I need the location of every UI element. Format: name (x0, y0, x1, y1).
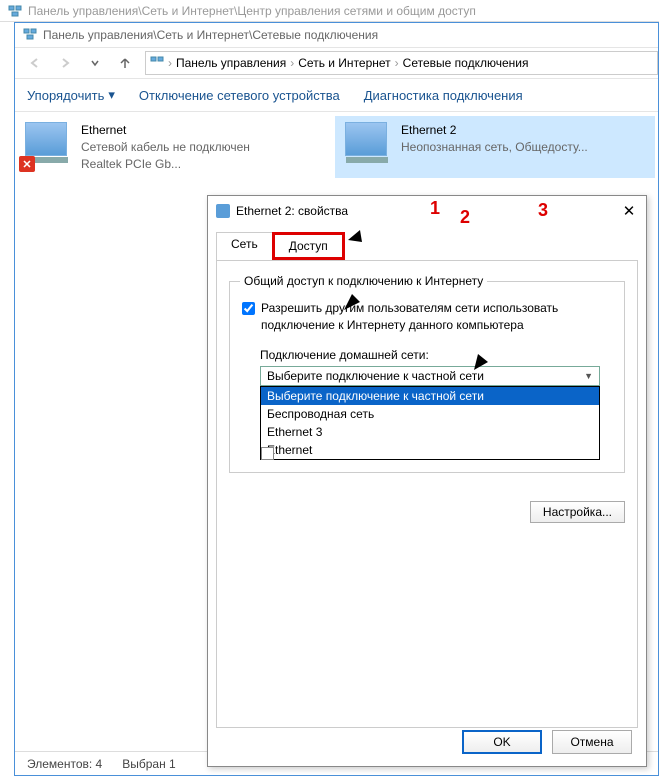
breadcrumb-part[interactable]: Сетевые подключения (403, 56, 529, 70)
combo-value: Выберите подключение к частной сети (267, 369, 484, 383)
allow-sharing-checkbox[interactable] (242, 302, 255, 315)
connection-status: Сетевой кабель не подключен (81, 139, 250, 156)
connection-status: Неопознанная сеть, Общедосту... (401, 139, 588, 156)
connections-list: ✕ Ethernet Сетевой кабель не подключен R… (15, 112, 658, 182)
annotation-1: 1 (430, 198, 440, 219)
dropdown-item[interactable]: Беспроводная сеть (261, 405, 599, 423)
explorer-title-text: Панель управления\Сеть и Интернет\Сетевы… (43, 28, 378, 42)
sharing-group: Общий доступ к подключению к Интернету Р… (229, 281, 625, 473)
dialog-title-text: Ethernet 2: свойства (236, 204, 348, 218)
status-items-count: Элементов: 4 (27, 757, 102, 771)
connection-item[interactable]: Ethernet 2 Неопознанная сеть, Общедосту.… (335, 116, 655, 178)
properties-dialog: Ethernet 2: свойства ✕ Сеть Доступ Общий… (207, 195, 647, 767)
network-icon (8, 4, 22, 18)
network-icon (150, 55, 164, 72)
network-icon (23, 27, 37, 44)
annotation-3: 3 (538, 200, 548, 221)
ethernet-icon (216, 204, 230, 218)
toolbar-arrange[interactable]: Упорядочить ▾ (27, 87, 115, 103)
home-connection-combo[interactable]: Выберите подключение к частной сети ▼ (260, 366, 600, 386)
background-window-title: Панель управления\Сеть и Интернет\Центр … (0, 0, 659, 22)
connection-name: Ethernet 2 (401, 122, 588, 139)
up-button[interactable] (111, 50, 139, 76)
forward-button[interactable] (51, 50, 79, 76)
chevron-right-icon: › (290, 56, 294, 70)
settings-button[interactable]: Настройка... (530, 501, 625, 523)
tab-panel: Общий доступ к подключению к Интернету Р… (216, 260, 638, 728)
allow-sharing-label: Разрешить другим пользователям сети испо… (261, 300, 612, 334)
toolbar: Упорядочить ▾ Отключение сетевого устрой… (15, 79, 658, 112)
recent-button[interactable] (81, 50, 109, 76)
chevron-right-icon: › (168, 56, 172, 70)
dropdown-item[interactable]: Ethernet 3 (261, 423, 599, 441)
home-connection-label: Подключение домашней сети: (260, 348, 612, 362)
group-title: Общий доступ к подключению к Интернету (240, 274, 487, 288)
close-button[interactable]: ✕ (618, 200, 640, 222)
breadcrumb-part[interactable]: Панель управления (176, 56, 286, 70)
address-field[interactable]: › Панель управления › Сеть и Интернет › … (145, 51, 658, 75)
error-overlay-icon: ✕ (19, 156, 35, 172)
connection-icon (345, 122, 393, 166)
tab-sharing[interactable]: Доступ (272, 232, 345, 260)
address-bar: › Панель управления › Сеть и Интернет › … (15, 47, 658, 79)
dropdown-arrow-icon: ▾ (108, 87, 115, 103)
connection-icon: ✕ (25, 122, 73, 166)
annotation-2: 2 (460, 207, 470, 228)
explorer-title-bar: Панель управления\Сеть и Интернет\Сетевы… (15, 23, 658, 47)
ok-button[interactable]: OK (462, 730, 542, 754)
bg-title-text: Панель управления\Сеть и Интернет\Центр … (28, 4, 476, 18)
tab-strip: Сеть Доступ (208, 226, 646, 260)
back-button[interactable] (21, 50, 49, 76)
toolbar-diagnostics[interactable]: Диагностика подключения (364, 87, 523, 103)
second-checkbox[interactable] (261, 447, 274, 460)
chevron-right-icon: › (395, 56, 399, 70)
dialog-title-bar[interactable]: Ethernet 2: свойства ✕ (208, 196, 646, 226)
toolbar-disable-device[interactable]: Отключение сетевого устройства (139, 87, 340, 103)
connection-device: Realtek PCIe Gb... (81, 156, 250, 173)
cancel-button[interactable]: Отмена (552, 730, 632, 754)
combo-dropdown: Выберите подключение к частной сети Бесп… (260, 386, 600, 460)
dropdown-item[interactable]: Выберите подключение к частной сети (261, 387, 599, 405)
tab-network[interactable]: Сеть (216, 232, 273, 260)
dropdown-item[interactable]: Ethernet (261, 441, 599, 459)
breadcrumb-part[interactable]: Сеть и Интернет (298, 56, 390, 70)
connection-item[interactable]: ✕ Ethernet Сетевой кабель не подключен R… (15, 116, 335, 178)
status-selected-count: Выбран 1 (122, 757, 175, 771)
connection-name: Ethernet (81, 122, 250, 139)
chevron-down-icon: ▼ (584, 371, 593, 381)
